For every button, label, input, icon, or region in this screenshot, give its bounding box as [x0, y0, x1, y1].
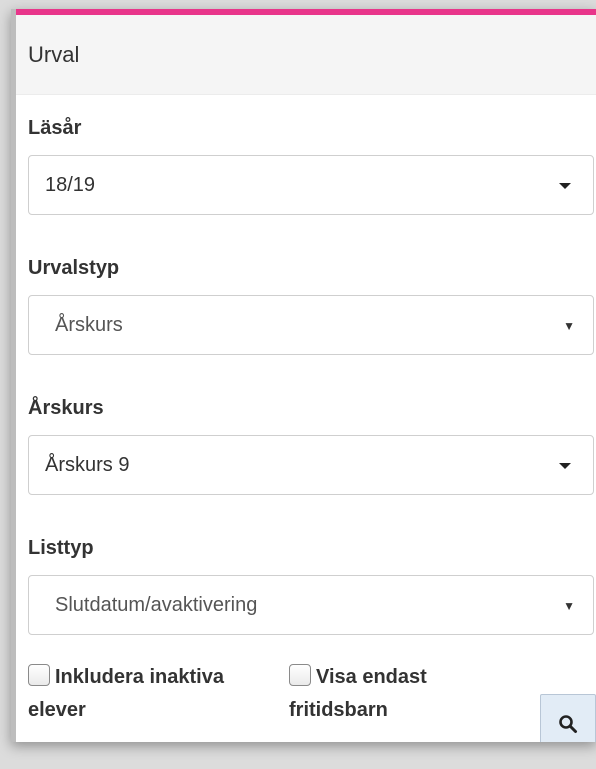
- include-inactive-checkbox[interactable]: [28, 664, 50, 686]
- only-fritids-option[interactable]: Visa endast fritidsbarn: [289, 661, 427, 727]
- include-inactive-label-line2: elever: [28, 699, 86, 721]
- lasar-selected-value: 18/19: [45, 173, 96, 196]
- caret-down-icon: [559, 183, 571, 189]
- dropdown-arrow-icon: ▼: [563, 599, 575, 613]
- caret-down-icon: [559, 463, 571, 469]
- lasar-label: Läsår: [28, 117, 82, 139]
- panel-body: Läsår 18/19 Urvalstyp Årskurs ▼ Årskurs …: [16, 117, 596, 742]
- listtyp-selected-value: Slutdatum/avaktivering: [55, 593, 258, 616]
- search-button[interactable]: [540, 694, 596, 742]
- options-row: Inkludera inaktiva elever Visa endast fr…: [28, 635, 596, 742]
- urvalstyp-label: Urvalstyp: [28, 257, 120, 279]
- arskurs-label: Årskurs: [28, 397, 104, 419]
- listtyp-label: Listtyp: [28, 537, 94, 559]
- urvalstyp-selected-value: Årskurs: [55, 313, 123, 336]
- only-fritids-label-line2: fritidsbarn: [289, 699, 388, 721]
- listtyp-select[interactable]: Slutdatum/avaktivering ▼: [28, 575, 594, 635]
- dropdown-arrow-icon: ▼: [563, 319, 575, 333]
- arskurs-selected-value: Årskurs 9: [45, 453, 130, 476]
- only-fritids-label-line1: Visa endast: [316, 666, 427, 688]
- include-inactive-label-line1: Inkludera inaktiva: [55, 666, 224, 688]
- include-inactive-option[interactable]: Inkludera inaktiva elever: [28, 661, 224, 727]
- panel-header: Urval: [16, 15, 596, 95]
- only-fritids-checkbox[interactable]: [289, 664, 311, 686]
- urvalstyp-select[interactable]: Årskurs ▼: [28, 295, 594, 355]
- panel-title: Urval: [28, 41, 80, 67]
- lasar-select[interactable]: 18/19: [28, 155, 594, 215]
- arskurs-select[interactable]: Årskurs 9: [28, 435, 594, 495]
- urval-panel: Urval Läsår 18/19 Urvalstyp Årskurs ▼ År…: [11, 9, 596, 742]
- search-icon: [559, 715, 577, 733]
